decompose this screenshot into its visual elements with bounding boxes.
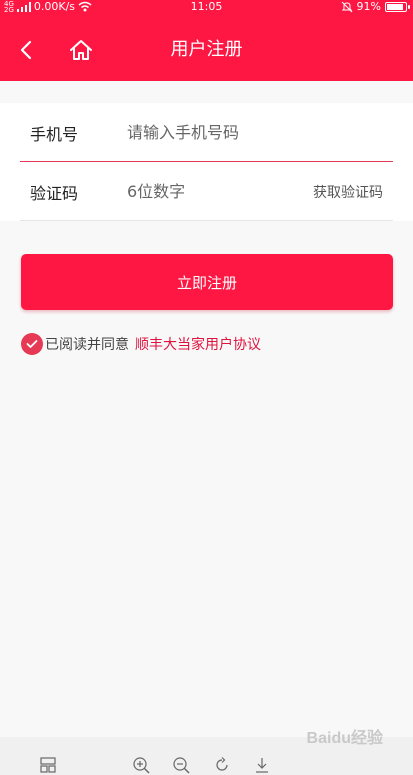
zoom-out-button[interactable]: [171, 755, 191, 775]
tabs-button[interactable]: [38, 755, 58, 775]
agreement-row: 已阅读并同意 顺丰大当家用户协议: [21, 333, 261, 355]
baidu-watermark: Baidu经验: [306, 730, 383, 747]
app-header: 4G 2G 0.00K/s 11:05 91% 用户注册: [0, 0, 413, 81]
register-form: 手机号 验证码 获取验证码: [0, 103, 413, 221]
refresh-button[interactable]: [212, 755, 232, 775]
code-input[interactable]: [127, 176, 307, 206]
zoom-in-icon: [133, 757, 150, 774]
page-title: 用户注册: [170, 39, 243, 60]
battery-icon: [385, 1, 410, 12]
battery-percent: 91%: [356, 0, 381, 13]
phone-row: 手机号: [20, 103, 393, 162]
zoom-out-icon: [173, 757, 190, 774]
checkmark-icon: [26, 340, 38, 348]
agreement-link[interactable]: 顺丰大当家用户协议: [135, 334, 261, 354]
get-code-button[interactable]: 获取验证码: [313, 182, 383, 202]
battery-level: [387, 3, 403, 10]
agreement-checkbox[interactable]: [21, 333, 43, 355]
status-bar: 4G 2G 0.00K/s 11:05 91%: [0, 0, 413, 13]
agreement-text: 已阅读并同意: [45, 337, 129, 353]
phone-label: 手机号: [30, 125, 79, 144]
register-button[interactable]: 立即注册: [21, 254, 393, 310]
code-label: 验证码: [30, 184, 79, 203]
tabs-icon: [40, 757, 56, 773]
phone-input[interactable]: [127, 117, 307, 147]
download-icon: [256, 758, 268, 773]
download-button[interactable]: [252, 755, 272, 775]
refresh-icon: [216, 757, 228, 771]
nav-bar: 用户注册: [0, 18, 413, 81]
bell-muted-icon: [341, 1, 352, 12]
zoom-in-button[interactable]: [131, 755, 151, 775]
status-right: 91%: [341, 0, 410, 13]
code-row: 验证码 获取验证码: [20, 162, 393, 221]
